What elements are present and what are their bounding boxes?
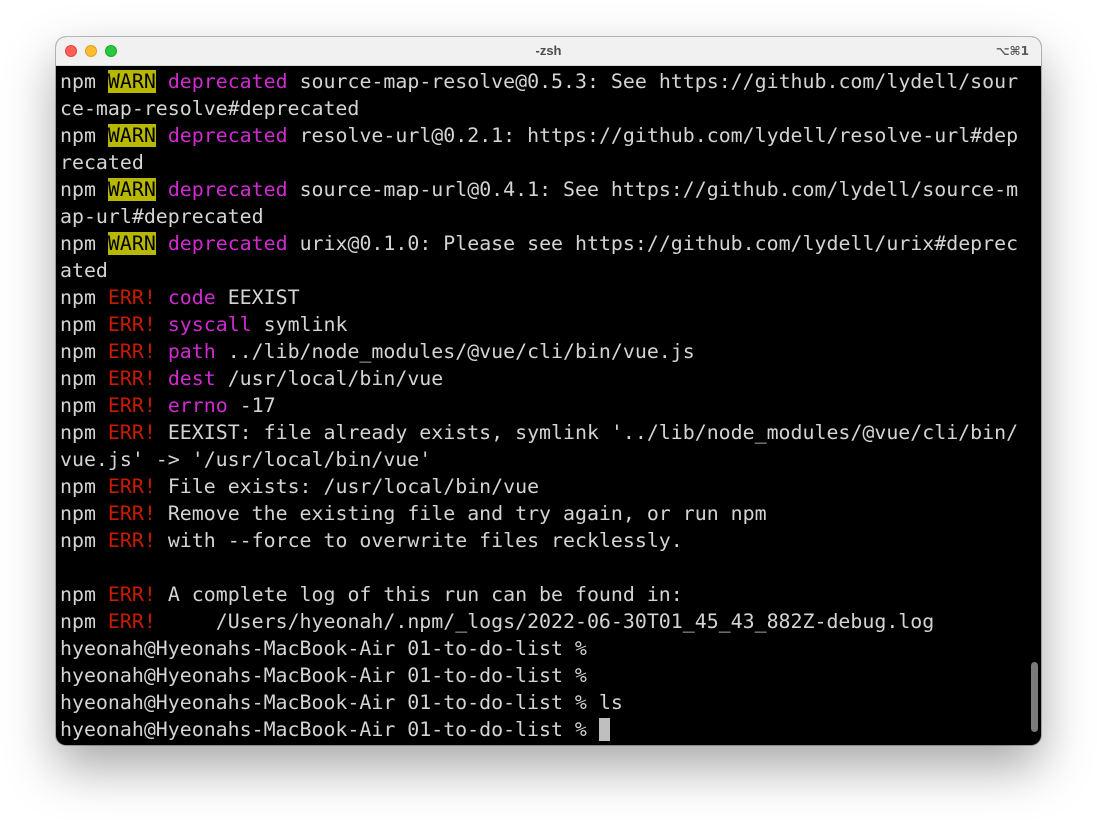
terminal-line: npm ERR! with --force to overwrite files… — [60, 527, 1022, 554]
log-message: source-map-url@0.4.1: See https://github… — [299, 178, 1019, 201]
terminal-line: npm ERR! dest /usr/local/bin/vue — [60, 365, 1022, 392]
terminal-line: hyeonah@Hyeonahs-MacBook-Air 01-to-do-li… — [60, 662, 1022, 689]
window-title: -zsh — [535, 43, 562, 58]
log-message: EEXIST: file already exists, symlink '..… — [167, 421, 1019, 444]
npm-prefix: npm — [60, 583, 96, 606]
log-message: ../lib/node_modules/@vue/cli/bin/vue.js — [227, 340, 695, 363]
log-message: symlink — [263, 313, 348, 336]
terminal-line: hyeonah@Hyeonahs-MacBook-Air 01-to-do-li… — [60, 689, 1022, 716]
terminal-line: npm ERR! path ../lib/node_modules/@vue/c… — [60, 338, 1022, 365]
title-bar[interactable]: -zsh ⌥⌘1 — [56, 37, 1041, 66]
log-message: -17 — [239, 394, 276, 417]
terminal-output[interactable]: npm WARN deprecated source-map-resolve@0… — [60, 68, 1022, 745]
log-keyword: deprecated — [167, 178, 288, 201]
error-tag: ERR! — [107, 502, 156, 525]
warn-badge: WARN — [107, 178, 156, 201]
log-message: Remove the existing file and try again, … — [167, 502, 767, 525]
terminal-line: hyeonah@Hyeonahs-MacBook-Air 01-to-do-li… — [60, 635, 1022, 662]
log-message: ce-map-resolve#deprecated — [60, 97, 360, 120]
terminal-line: recated — [60, 149, 1022, 176]
log-keyword: deprecated — [167, 70, 288, 93]
log-message: hyeonah@Hyeonahs-MacBook-Air 01-to-do-li… — [60, 664, 587, 687]
error-tag: ERR! — [107, 610, 156, 633]
warn-badge: WARN — [107, 232, 156, 255]
error-tag: ERR! — [107, 367, 156, 390]
window-shortcut: ⌥⌘1 — [995, 44, 1029, 58]
terminal-line: npm ERR! A complete log of this run can … — [60, 581, 1022, 608]
terminal-line: vue.js' -> '/usr/local/bin/vue' — [60, 446, 1022, 473]
npm-prefix: npm — [60, 502, 96, 525]
npm-prefix: npm — [60, 340, 96, 363]
log-message: /Users/hyeonah/.npm/_logs/2022-06-30T01_… — [167, 610, 935, 633]
log-message: vue.js' -> '/usr/local/bin/vue' — [60, 448, 432, 471]
scrollbar-thumb[interactable] — [1031, 662, 1038, 732]
error-tag: ERR! — [107, 313, 156, 336]
terminal-line: npm ERR! Remove the existing file and tr… — [60, 500, 1022, 527]
terminal-line: npm WARN deprecated source-map-resolve@0… — [60, 68, 1022, 95]
terminal-line: npm WARN deprecated urix@0.1.0: Please s… — [60, 230, 1022, 257]
error-tag: ERR! — [107, 529, 156, 552]
log-message: recated — [60, 151, 144, 174]
terminal-line: npm ERR! /Users/hyeonah/.npm/_logs/2022-… — [60, 608, 1022, 635]
log-message: ap-url#deprecated — [60, 205, 264, 228]
npm-prefix: npm — [60, 475, 96, 498]
terminal-line: hyeonah@Hyeonahs-MacBook-Air 01-to-do-li… — [60, 716, 1022, 743]
log-message: with --force to overwrite files reckless… — [167, 529, 683, 552]
text-cursor — [598, 718, 610, 741]
log-keyword: dest — [167, 367, 216, 390]
npm-prefix: npm — [60, 367, 96, 390]
log-message: hyeonah@Hyeonahs-MacBook-Air 01-to-do-li… — [60, 691, 623, 714]
log-message: hyeonah@Hyeonahs-MacBook-Air 01-to-do-li… — [60, 718, 599, 741]
npm-prefix: npm — [60, 124, 96, 147]
log-message: resolve-url@0.2.1: https://github.com/ly… — [299, 124, 1019, 147]
error-tag: ERR! — [107, 475, 156, 498]
terminal-line: ce-map-resolve#deprecated — [60, 95, 1022, 122]
log-keyword: deprecated — [167, 124, 288, 147]
terminal-line: npm ERR! code EEXIST — [60, 284, 1022, 311]
npm-prefix: npm — [60, 421, 96, 444]
log-keyword: code — [167, 286, 216, 309]
terminal-line: ap-url#deprecated — [60, 203, 1022, 230]
npm-prefix: npm — [60, 178, 96, 201]
npm-prefix: npm — [60, 610, 96, 633]
terminal-line: npm WARN deprecated resolve-url@0.2.1: h… — [60, 122, 1022, 149]
log-message: File exists: /usr/local/bin/vue — [167, 475, 540, 498]
terminal-line: ated — [60, 257, 1022, 284]
log-keyword: syscall — [167, 313, 252, 336]
log-keyword: deprecated — [167, 232, 288, 255]
log-keyword: path — [167, 340, 216, 363]
terminal-line: npm ERR! File exists: /usr/local/bin/vue — [60, 473, 1022, 500]
npm-prefix: npm — [60, 232, 96, 255]
npm-prefix: npm — [60, 529, 96, 552]
warn-badge: WARN — [107, 124, 156, 147]
log-message: A complete log of this run can be found … — [167, 583, 683, 606]
npm-prefix: npm — [60, 286, 96, 309]
log-keyword: errno — [167, 394, 228, 417]
log-message: /usr/local/bin/vue — [227, 367, 444, 390]
terminal-window: -zsh ⌥⌘1 npm WARN deprecated source-map-… — [56, 37, 1041, 745]
error-tag: ERR! — [107, 394, 156, 417]
log-message: urix@0.1.0: Please see https://github.co… — [299, 232, 1019, 255]
terminal-line: npm WARN deprecated source-map-url@0.4.1… — [60, 176, 1022, 203]
log-message: source-map-resolve@0.5.3: See https://gi… — [299, 70, 1019, 93]
error-tag: ERR! — [107, 421, 156, 444]
warn-badge: WARN — [107, 70, 156, 93]
error-tag: ERR! — [107, 286, 156, 309]
npm-prefix: npm — [60, 313, 96, 336]
log-message: ated — [60, 259, 108, 282]
terminal-line: npm ERR! EEXIST: file already exists, sy… — [60, 419, 1022, 446]
log-message: EEXIST — [227, 286, 300, 309]
log-message: hyeonah@Hyeonahs-MacBook-Air 01-to-do-li… — [60, 637, 587, 660]
npm-prefix: npm — [60, 70, 96, 93]
error-tag: ERR! — [107, 340, 156, 363]
terminal-line: npm ERR! errno -17 — [60, 392, 1022, 419]
terminal-line: npm ERR! syscall symlink — [60, 311, 1022, 338]
npm-prefix: npm — [60, 394, 96, 417]
error-tag: ERR! — [107, 583, 156, 606]
